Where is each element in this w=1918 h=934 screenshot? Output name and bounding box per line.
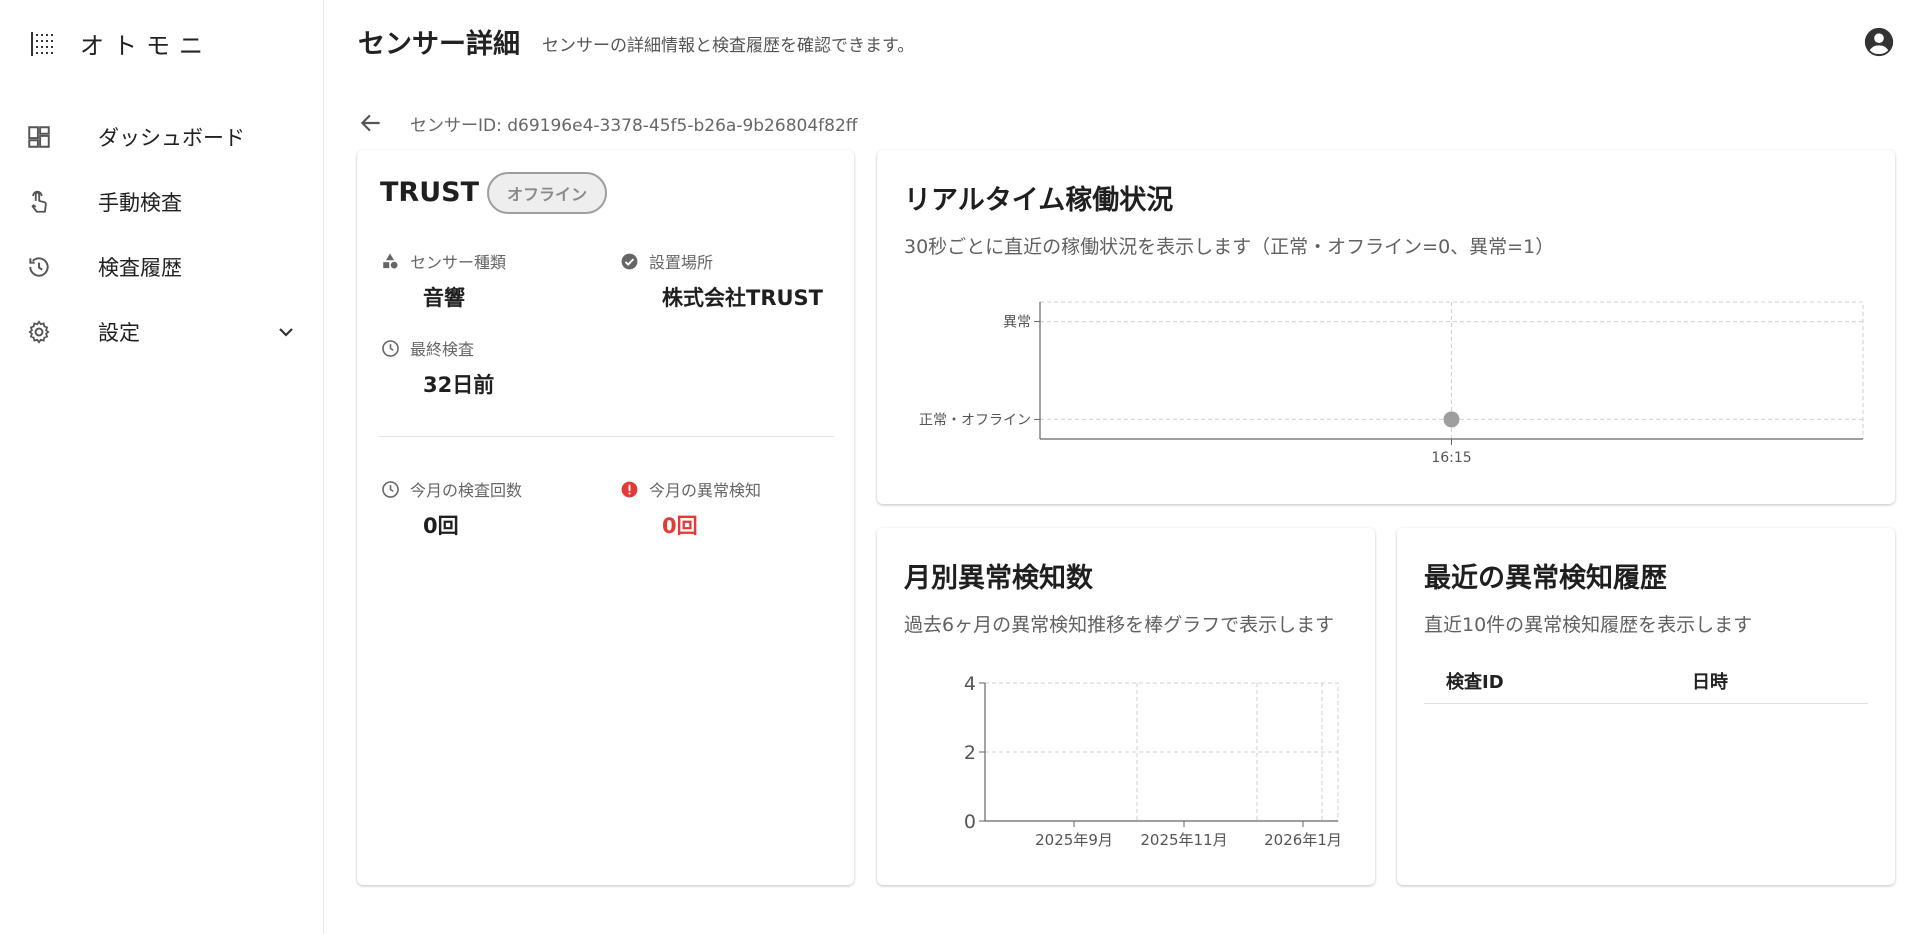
chevron-down-icon[interactable] <box>274 320 298 344</box>
gear-icon <box>24 317 54 347</box>
back-arrow-icon[interactable] <box>356 108 386 138</box>
table-header-row: 検査ID 日時 <box>1424 658 1868 704</box>
alert-icon <box>619 479 639 499</box>
monthly-anomaly-card: 月別異常検知数 過去6ヶ月の異常検知推移を棒グラフで表示します 0 2 4 2025年… <box>877 528 1375 885</box>
sensor-type-value: 音響 <box>423 286 465 310</box>
page-title: センサー詳細 <box>358 29 520 60</box>
sensor-type-label: センサー種類 <box>410 253 507 272</box>
monthly-checks-label: 今月の検査回数 <box>410 481 523 500</box>
history-icon <box>24 252 54 282</box>
card-description: 直近10件の異常検知履歴を表示します <box>1424 614 1753 636</box>
anomaly-history-card: 最近の異常検知履歴 直近10件の異常検知履歴を表示します 検査ID 日時 <box>1397 528 1895 885</box>
status-badge: オフライン <box>487 172 608 214</box>
x-tick-label: 2025年11月 <box>1140 831 1227 849</box>
sidebar-nav: ダッシュボード 手動検査 検査履歴 設定 <box>0 104 324 364</box>
x-tick-label: 16:15 <box>1431 450 1471 466</box>
sidebar-item-manual-inspection[interactable]: 手動検査 <box>0 169 324 234</box>
monthly-anomalies-field: 今月の異常検知 0回 <box>619 478 761 540</box>
y-tick-label: 異常 <box>1003 315 1031 331</box>
realtime-chart: 異常正常・オフライン 16:15 <box>919 301 1864 466</box>
sensor-id: センサーID: d69196e4-3378-45f5-b26a-9b26804f… <box>410 115 858 136</box>
monthly-bar-chart: 0 2 4 2025年9月 2025年11月 2026年1月 <box>964 673 1342 849</box>
y-tick-label: 2 <box>964 742 976 764</box>
clock-icon <box>380 338 400 358</box>
dashboard-icon <box>24 122 54 152</box>
y-tick-label: 0 <box>964 811 976 833</box>
sidebar-item-label: 設定 <box>98 320 140 345</box>
realtime-status-card: リアルタイム稼働状況 30秒ごとに直近の稼働状況を表示します（正常・オフライン=… <box>877 150 1895 504</box>
data-point <box>1443 411 1460 428</box>
sidebar-item-dashboard[interactable]: ダッシュボード <box>0 104 324 169</box>
app-name: オトモニ <box>80 32 212 60</box>
logo-icon <box>28 29 58 59</box>
brand[interactable]: オトモニ <box>28 26 212 61</box>
y-tick-label: 正常・オフライン <box>919 412 1031 428</box>
sensor-name: TRUST <box>380 177 479 208</box>
x-tick-label: 2025年9月 <box>1035 831 1113 849</box>
divider <box>379 436 834 437</box>
check-circle-icon <box>619 251 639 271</box>
monthly-anomalies-value: 0回 <box>662 514 698 538</box>
page-subtitle: センサーの詳細情報と検査履歴を確認できます。 <box>542 36 915 56</box>
last-check-value: 32日前 <box>423 373 495 397</box>
monthly-checks-field: 今月の検査回数 0回 <box>380 478 522 540</box>
touch-icon <box>24 187 54 217</box>
x-tick-label: 2026年1月 <box>1264 831 1342 849</box>
monthly-checks-value: 0回 <box>423 514 459 538</box>
column-header-inspection-id[interactable]: 検査ID <box>1446 668 1692 694</box>
sidebar: オトモニ ダッシュボード 手動検査 検査履歴 設定 <box>0 0 324 934</box>
last-check-label: 最終検査 <box>410 340 475 359</box>
location-value: 株式会社TRUST <box>662 286 823 310</box>
sensor-info-card: TRUST オフライン センサー種類 音響 設置場所 株式会社TRUST 最終検… <box>357 150 854 885</box>
sidebar-item-label: ダッシュボード <box>98 125 245 150</box>
account-icon[interactable] <box>1862 25 1896 59</box>
card-title: 最近の異常検知履歴 <box>1424 563 1667 594</box>
y-tick-label: 4 <box>964 673 976 695</box>
location-label: 設置場所 <box>649 253 714 272</box>
category-icon <box>380 251 400 271</box>
column-header-datetime[interactable]: 日時 <box>1692 668 1728 694</box>
sensor-id-row: センサーID: d69196e4-3378-45f5-b26a-9b26804f… <box>356 108 857 138</box>
sensor-type-field: センサー種類 音響 <box>380 250 506 312</box>
location-field: 設置場所 株式会社TRUST <box>619 250 823 312</box>
sidebar-item-label: 手動検査 <box>98 190 182 215</box>
sidebar-item-settings[interactable]: 設定 <box>0 299 324 364</box>
last-check-field: 最終検査 32日前 <box>380 337 494 399</box>
history-table: 検査ID 日時 <box>1424 658 1868 704</box>
page-header: センサー詳細 センサーの詳細情報と検査履歴を確認できます。 <box>324 0 1918 84</box>
sidebar-item-history[interactable]: 検査履歴 <box>0 234 324 299</box>
sidebar-item-label: 検査履歴 <box>98 255 182 280</box>
clock-icon <box>380 479 400 499</box>
monthly-anomalies-label: 今月の異常検知 <box>649 481 762 500</box>
